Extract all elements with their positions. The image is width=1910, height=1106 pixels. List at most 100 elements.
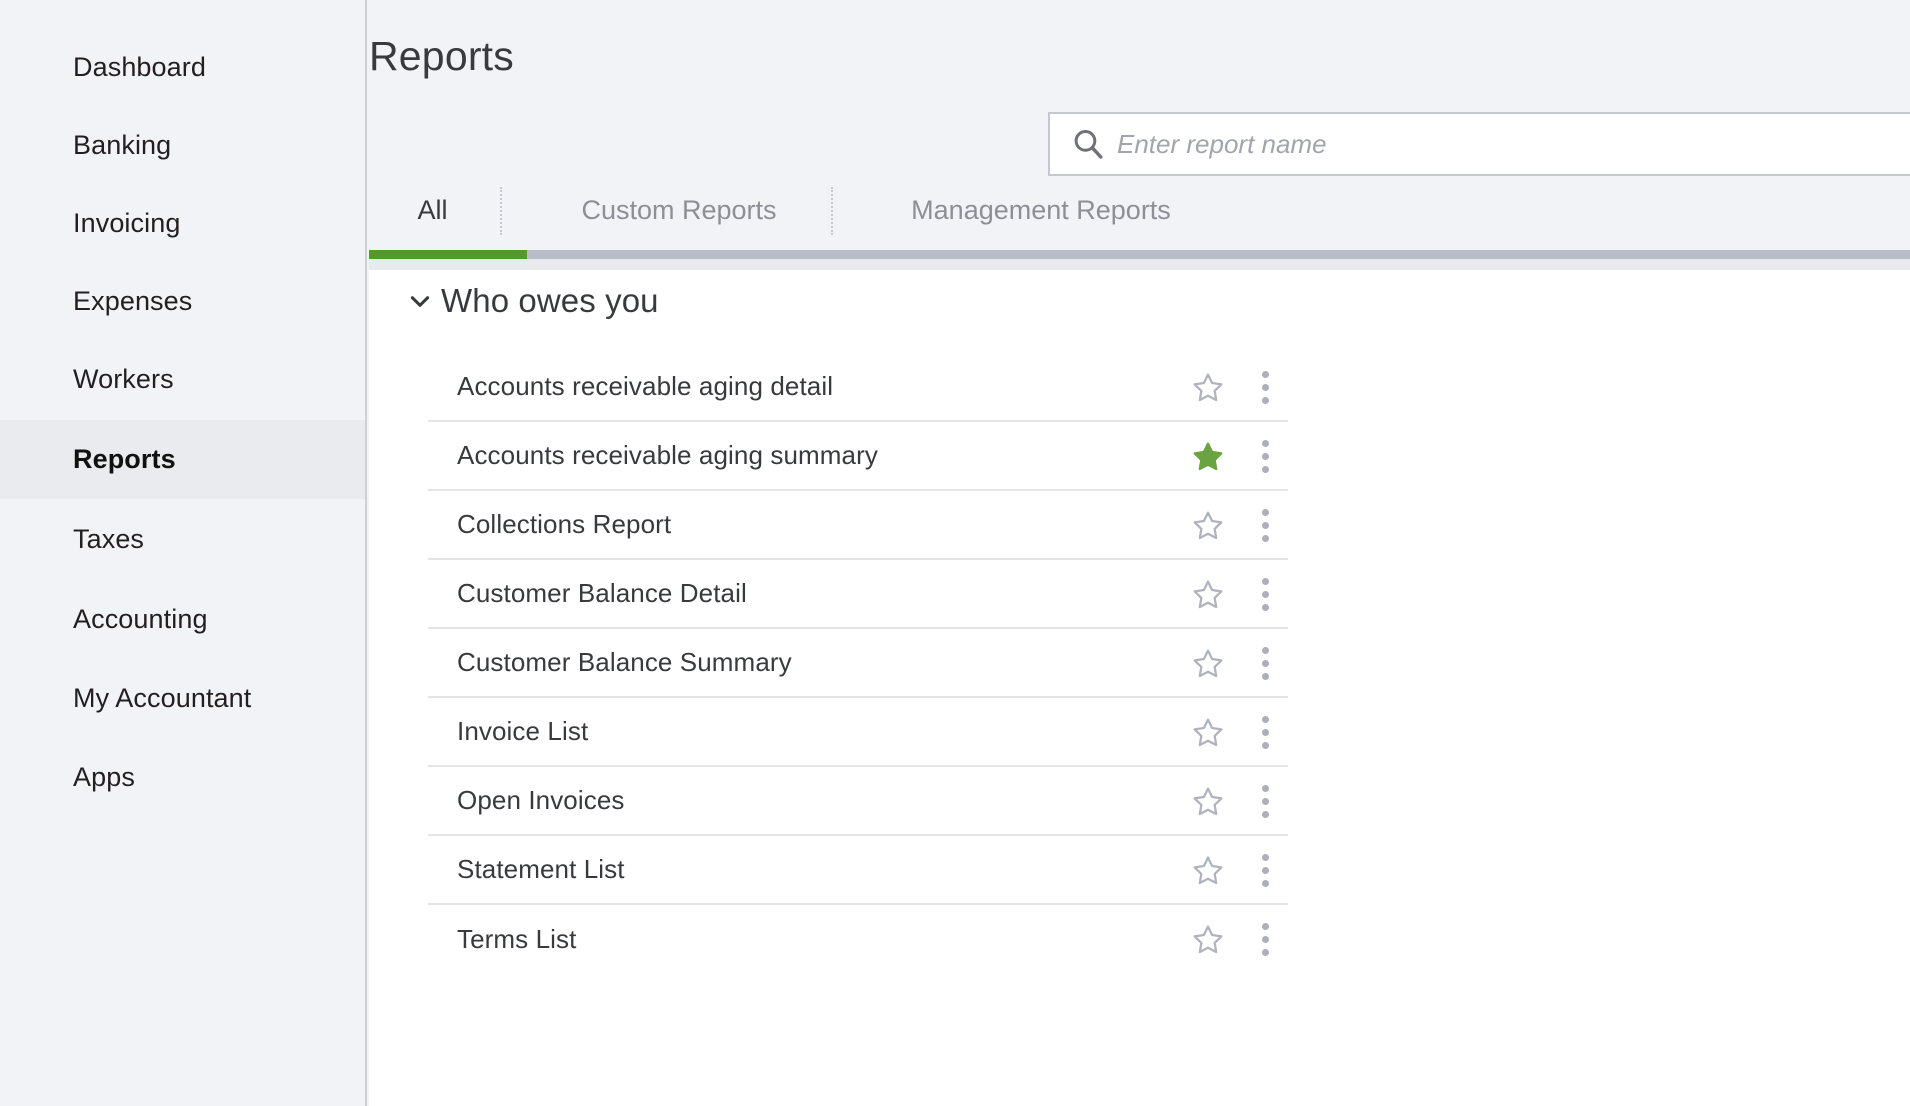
tab-label: Custom Reports — [581, 195, 776, 226]
sidebar-item-label: Reports — [73, 444, 176, 475]
star-outline-icon — [1191, 716, 1225, 750]
reports-page: Dashboard Banking Invoicing Expenses Wor… — [0, 0, 1910, 1106]
sidebar-item-invoicing[interactable]: Invoicing — [0, 184, 365, 263]
more-options-button[interactable] — [1242, 503, 1288, 549]
sidebar-item-reports[interactable]: Reports — [0, 420, 365, 499]
favorite-star-button[interactable] — [1186, 366, 1230, 410]
sidebar-item-apps[interactable]: Apps — [0, 738, 365, 817]
sidebar-item-label: Taxes — [73, 524, 144, 555]
favorite-star-button[interactable] — [1186, 711, 1230, 755]
row-actions — [1186, 905, 1288, 974]
sidebar-item-label: Banking — [73, 130, 171, 161]
report-row[interactable]: Invoice List — [428, 698, 1288, 767]
row-actions — [1186, 836, 1288, 905]
report-row[interactable]: Open Invoices — [428, 767, 1288, 836]
row-actions — [1186, 422, 1288, 491]
chevron-down-icon — [407, 288, 433, 314]
more-options-icon — [1262, 854, 1269, 861]
report-row[interactable]: Customer Balance Summary — [428, 629, 1288, 698]
report-row[interactable]: Statement List — [428, 836, 1288, 905]
star-outline-icon — [1191, 578, 1225, 612]
page-title: Reports — [369, 33, 514, 80]
row-actions — [1186, 491, 1288, 560]
row-actions — [1186, 698, 1288, 767]
main-content-area: Reports All Custom Reports Management Re… — [369, 0, 1910, 1106]
star-outline-icon — [1191, 785, 1225, 819]
sidebar-item-label: Expenses — [73, 286, 192, 317]
report-name-link[interactable]: Open Invoices — [457, 785, 625, 816]
report-name-link[interactable]: Collections Report — [457, 509, 671, 540]
sidebar-nav: Dashboard Banking Invoicing Expenses Wor… — [0, 0, 367, 1106]
sidebar-item-accounting[interactable]: Accounting — [0, 580, 365, 659]
search-icon — [1071, 127, 1105, 161]
star-filled-icon — [1191, 440, 1225, 474]
report-row[interactable]: Collections Report — [428, 491, 1288, 560]
more-options-button[interactable] — [1242, 641, 1288, 687]
tab-custom-reports[interactable]: Custom Reports — [509, 182, 849, 238]
report-row[interactable]: Terms List — [428, 905, 1288, 974]
more-options-icon — [1262, 785, 1269, 792]
star-outline-icon — [1191, 854, 1225, 888]
tab-rail-shadow — [369, 259, 1910, 270]
report-row[interactable]: Accounts receivable aging detail — [428, 353, 1288, 422]
star-outline-icon — [1191, 923, 1225, 957]
more-options-button[interactable] — [1242, 848, 1288, 894]
favorite-star-button[interactable] — [1186, 573, 1230, 617]
star-outline-icon — [1191, 509, 1225, 543]
more-options-button[interactable] — [1242, 365, 1288, 411]
section-title: Who owes you — [441, 282, 659, 320]
more-options-button[interactable] — [1242, 572, 1288, 618]
report-name-link[interactable]: Invoice List — [457, 716, 588, 747]
favorite-star-button[interactable] — [1186, 849, 1230, 893]
sidebar-item-dashboard[interactable]: Dashboard — [0, 28, 365, 107]
sidebar-item-label: Apps — [73, 762, 135, 793]
section-header-who-owes-you[interactable]: Who owes you — [407, 282, 659, 320]
report-name-link[interactable]: Accounts receivable aging detail — [457, 371, 833, 402]
tab-label: All — [417, 195, 447, 226]
more-options-icon — [1262, 440, 1269, 447]
favorite-star-button[interactable] — [1186, 918, 1230, 962]
tab-rail — [369, 250, 1910, 259]
sidebar-item-my-accountant[interactable]: My Accountant — [0, 659, 365, 738]
sidebar-item-expenses[interactable]: Expenses — [0, 262, 365, 341]
report-row[interactable]: Customer Balance Detail — [428, 560, 1288, 629]
sidebar-item-label: My Accountant — [73, 683, 251, 714]
more-options-button[interactable] — [1242, 779, 1288, 825]
row-actions — [1186, 353, 1288, 422]
tab-divider — [500, 187, 502, 235]
favorite-star-button[interactable] — [1186, 780, 1230, 824]
report-name-link[interactable]: Customer Balance Summary — [457, 647, 792, 678]
star-outline-icon — [1191, 371, 1225, 405]
report-row[interactable]: Accounts receivable aging summary — [428, 422, 1288, 491]
more-options-button[interactable] — [1242, 434, 1288, 480]
sidebar-item-banking[interactable]: Banking — [0, 106, 365, 185]
tab-divider — [831, 187, 833, 235]
row-actions — [1186, 560, 1288, 629]
tab-management-reports[interactable]: Management Reports — [841, 182, 1241, 238]
favorite-star-button[interactable] — [1186, 642, 1230, 686]
tab-all[interactable]: All — [369, 182, 496, 238]
sidebar-item-label: Invoicing — [73, 208, 180, 239]
more-options-button[interactable] — [1242, 917, 1288, 963]
report-name-link[interactable]: Customer Balance Detail — [457, 578, 747, 609]
report-list: Accounts receivable aging detail — [428, 353, 1288, 974]
favorite-star-button[interactable] — [1186, 504, 1230, 548]
report-name-link[interactable]: Accounts receivable aging summary — [457, 440, 878, 471]
report-tabs: All Custom Reports Management Reports — [369, 182, 1910, 252]
tab-label: Management Reports — [911, 195, 1171, 226]
more-options-button[interactable] — [1242, 710, 1288, 756]
more-options-icon — [1262, 578, 1269, 585]
row-actions — [1186, 629, 1288, 698]
more-options-icon — [1262, 509, 1269, 516]
active-tab-underline — [369, 250, 527, 259]
report-search-box[interactable] — [1048, 112, 1910, 176]
row-actions — [1186, 767, 1288, 836]
report-name-link[interactable]: Statement List — [457, 854, 625, 885]
more-options-icon — [1262, 371, 1269, 378]
sidebar-item-taxes[interactable]: Taxes — [0, 500, 365, 579]
report-name-link[interactable]: Terms List — [457, 924, 576, 955]
reports-panel: Who owes you Accounts receivable aging d… — [369, 270, 1910, 1106]
favorite-star-button-active[interactable] — [1186, 435, 1230, 479]
sidebar-item-workers[interactable]: Workers — [0, 340, 365, 419]
search-input[interactable] — [1117, 124, 1910, 164]
